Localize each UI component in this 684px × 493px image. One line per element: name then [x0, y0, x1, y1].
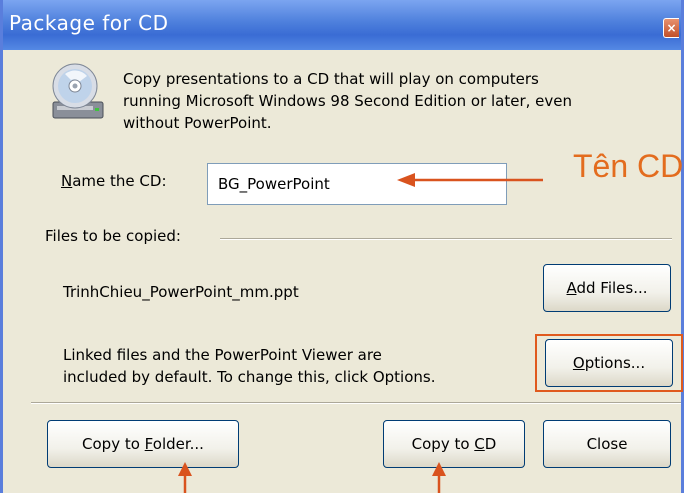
options-highlight: Options... [535, 334, 683, 392]
files-group-label: Files to be copied: [45, 227, 181, 245]
options-button[interactable]: Options... [545, 339, 673, 387]
annotation-arrow-folder [178, 462, 192, 493]
title-bar[interactable]: Package for CD × [3, 0, 681, 50]
intro-text: Copy presentations to a CD that will pla… [123, 68, 572, 134]
intro-line-3: without PowerPoint. [123, 114, 272, 132]
group-divider [220, 238, 672, 240]
copy-to-folder-button[interactable]: Copy to Folder... [47, 420, 239, 468]
options-accel: O [572, 354, 585, 372]
intro-line-1: Copy presentations to a CD that will pla… [123, 70, 539, 88]
add-files-accel: A [566, 279, 577, 297]
annotation-arrow-name [397, 173, 543, 187]
options-label: ptions... [584, 354, 646, 372]
copy-cd-accel: C [474, 435, 485, 453]
copy-to-cd-button[interactable]: Copy to CD [383, 420, 525, 468]
close-button[interactable]: Close [543, 420, 671, 468]
add-files-button[interactable]: Add Files... [543, 264, 671, 312]
name-label-accel: N [61, 172, 73, 190]
add-files-label: dd Files... [576, 279, 648, 297]
window-title: Package for CD [9, 11, 169, 35]
copy-cd-pre: Copy to [411, 435, 475, 453]
cd-drive-icon [52, 63, 104, 119]
annotation-arrow-cd [432, 462, 446, 493]
copy-cd-post: D [484, 435, 497, 453]
name-label-rest: ame the CD: [72, 172, 167, 190]
close-icon[interactable]: × [663, 18, 679, 38]
file-name: TrinhChieu_PowerPoint_mm.ppt [63, 283, 299, 301]
linked-info-line-1: Linked files and the PowerPoint Viewer a… [63, 346, 382, 364]
copy-folder-accel: F [144, 435, 153, 453]
annotation-ten-cd: Tên CD [573, 148, 684, 184]
copy-folder-post: older... [152, 435, 204, 453]
intro-line-2: running Microsoft Windows 98 Second Edit… [123, 92, 573, 110]
footer-separator [31, 402, 681, 404]
name-the-cd-label: Name the CD: [61, 172, 167, 190]
linked-files-info: Linked files and the PowerPoint Viewer a… [63, 344, 435, 388]
copy-folder-pre: Copy to [82, 435, 145, 453]
linked-info-line-2: included by default. To change this, cli… [63, 368, 436, 386]
package-for-cd-dialog: Package for CD × Copy presentations to a… [0, 0, 684, 493]
